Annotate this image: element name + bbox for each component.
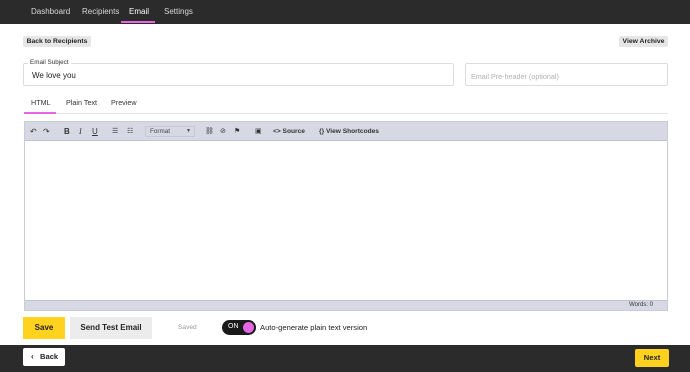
rich-text-editor[interactable]: ↶ ↷ B I U ☰ ☷ Format ▼ ⛓ ⊘ ⚑ ▣ <> Source… — [24, 121, 668, 311]
redo-icon[interactable]: ↷ — [43, 126, 50, 137]
email-preheader-placeholder: Email Pre-header (optional) — [471, 72, 559, 81]
bold-icon[interactable]: B — [64, 126, 70, 137]
view-shortcodes-label: View Shortcodes — [325, 128, 379, 135]
back-to-recipients-button[interactable]: Back to Recipients — [23, 36, 91, 47]
nav-tab-settings[interactable]: Settings — [164, 0, 193, 24]
tab-preview[interactable]: Preview — [111, 98, 137, 107]
saved-status: Saved — [178, 324, 197, 331]
top-nav-bar: Dashboard Recipients Email Settings — [0, 0, 690, 24]
email-subject-value: We love you — [32, 71, 76, 80]
tab-plain-text[interactable]: Plain Text — [66, 98, 97, 107]
active-editor-tab-indicator — [24, 112, 56, 114]
tab-html[interactable]: HTML — [31, 98, 51, 107]
word-count: Words: 0 — [629, 302, 653, 308]
nav-tab-recipients[interactable]: Recipients — [82, 0, 119, 24]
active-tab-indicator — [121, 21, 155, 23]
editor-status-bar: Words: 0 — [25, 300, 667, 310]
undo-icon[interactable]: ↶ — [30, 126, 37, 137]
anchor-icon[interactable]: ⚑ — [234, 126, 240, 137]
view-archive-button[interactable]: View Archive — [619, 36, 668, 47]
auto-generate-toggle[interactable]: ON — [222, 320, 256, 335]
auto-generate-label: Auto-generate plain text version — [260, 323, 368, 332]
toggle-state-label: ON — [228, 323, 239, 330]
email-preheader-field[interactable]: Email Pre-header (optional) — [465, 63, 668, 86]
email-subject-label: Email Subject — [28, 59, 71, 66]
underline-icon[interactable]: U — [92, 126, 98, 137]
italic-icon[interactable]: I — [79, 126, 82, 137]
chevron-left-icon: ‹ — [31, 352, 34, 361]
view-shortcodes-button[interactable]: {} View Shortcodes — [319, 126, 379, 137]
link-icon[interactable]: ⛓ — [205, 126, 214, 137]
send-test-email-button[interactable]: Send Test Email — [70, 317, 152, 339]
unlink-icon[interactable]: ⊘ — [220, 126, 226, 137]
format-dropdown[interactable]: Format ▼ — [145, 126, 195, 137]
source-button[interactable]: <> Source — [273, 126, 305, 137]
bottom-bar — [0, 345, 690, 372]
email-subject-field[interactable]: Email Subject We love you — [23, 59, 454, 86]
next-button[interactable]: Next — [635, 349, 669, 367]
back-label: Back — [40, 352, 59, 361]
tabs-divider — [24, 113, 668, 114]
back-button[interactable]: ‹ Back — [23, 348, 65, 366]
format-dropdown-label: Format — [150, 128, 170, 135]
numbered-list-icon[interactable]: ☷ — [127, 126, 133, 137]
nav-tab-dashboard[interactable]: Dashboard — [31, 0, 70, 24]
image-icon[interactable]: ▣ — [255, 126, 262, 137]
toggle-knob — [243, 322, 254, 333]
bulleted-list-icon[interactable]: ☰ — [112, 126, 118, 137]
save-button[interactable]: Save — [23, 317, 65, 339]
chevron-down-icon: ▼ — [186, 128, 191, 134]
editor-toolbar: ↶ ↷ B I U ☰ ☷ Format ▼ ⛓ ⊘ ⚑ ▣ <> Source… — [25, 122, 667, 141]
source-label: Source — [282, 128, 305, 135]
